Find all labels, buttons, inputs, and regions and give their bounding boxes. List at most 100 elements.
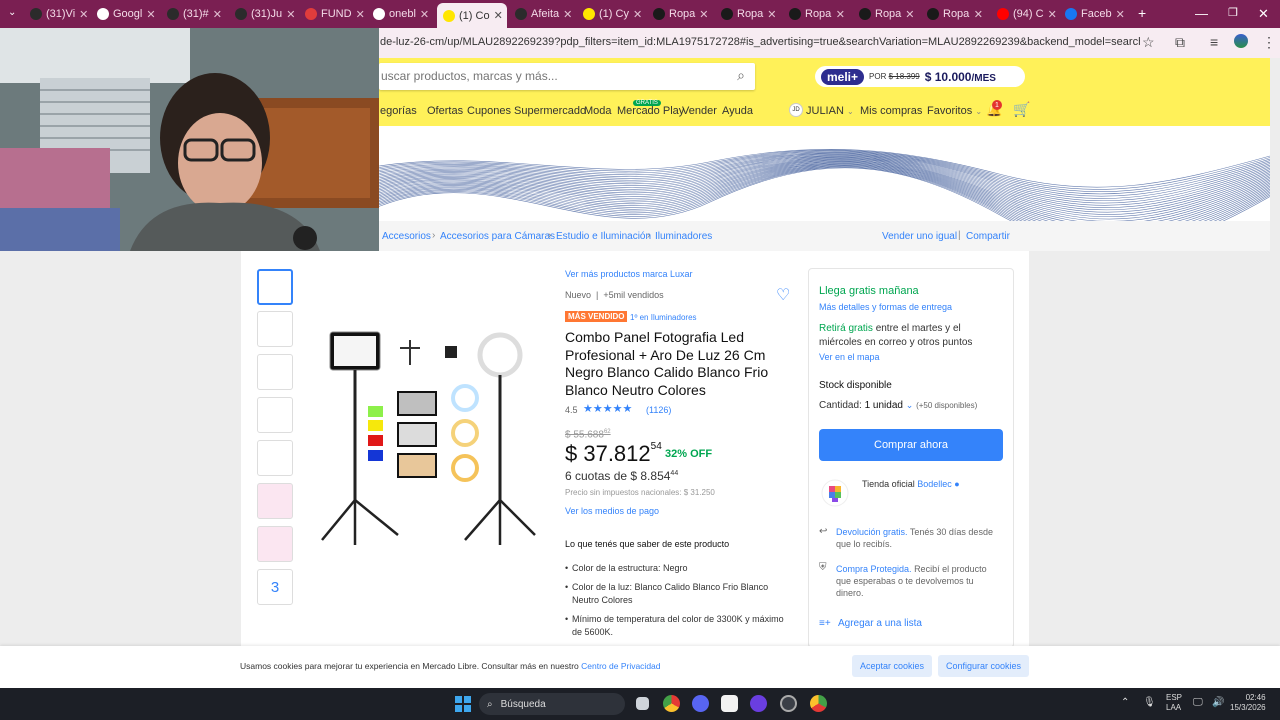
- browser-tab[interactable]: (94) C ✕: [991, 4, 1057, 24]
- reviews-count[interactable]: (1126): [646, 405, 671, 415]
- network-icon[interactable]: 🖵: [1193, 697, 1203, 708]
- tab-close-icon[interactable]: ✕: [1048, 8, 1057, 21]
- clock[interactable]: 02:46 15/3/2026: [1230, 693, 1266, 713]
- tab-close-icon[interactable]: ✕: [699, 8, 708, 21]
- tab-close-icon[interactable]: ✕: [836, 8, 845, 21]
- browser-tab[interactable]: (1) Co ✕: [437, 3, 507, 28]
- heart-icon[interactable]: ♡: [776, 285, 790, 305]
- thumbnail[interactable]: [257, 269, 293, 305]
- product-image[interactable]: [310, 320, 550, 550]
- meli-plus-promo[interactable]: meli+ POR $ 18.399 $ 10.000/MES: [815, 66, 1025, 87]
- chrome-icon[interactable]: [663, 695, 680, 712]
- browser-tab[interactable]: Ropa ✕: [783, 4, 851, 24]
- map-link[interactable]: Ver en el mapa: [819, 352, 880, 362]
- browser-tab[interactable]: Faceb ✕: [1059, 4, 1125, 24]
- reading-list-icon[interactable]: ≡: [1210, 34, 1218, 50]
- browser-tab[interactable]: Ropa ✕: [715, 4, 781, 24]
- nav-vender[interactable]: Vender: [682, 105, 717, 117]
- browser-tab[interactable]: Googl ✕: [91, 4, 159, 24]
- browser-tab[interactable]: Ropa ✕: [921, 4, 989, 24]
- windows-start-icon[interactable]: [455, 696, 471, 712]
- browser-tab[interactable]: onebl ✕: [367, 4, 435, 24]
- microphone-icon[interactable]: 🎙: [1143, 697, 1156, 708]
- share-link[interactable]: Compartir: [966, 231, 1010, 242]
- chrome-active-icon[interactable]: [810, 695, 827, 712]
- search-input[interactable]: [381, 69, 711, 83]
- nav-moda[interactable]: Moda: [584, 105, 612, 117]
- payment-methods-link[interactable]: Ver los medios de pago: [565, 506, 659, 516]
- taskbar-search[interactable]: ⌕ Búsqueda: [479, 693, 625, 715]
- add-to-list-link[interactable]: Agregar a una lista: [838, 618, 922, 629]
- breadcrumb-item[interactable]: Accesorios: [382, 231, 431, 242]
- browser-tab[interactable]: (31)Vi ✕: [24, 4, 89, 24]
- profile-avatar[interactable]: [1234, 34, 1248, 48]
- bookmark-star-icon[interactable]: ☆: [1142, 34, 1155, 51]
- nav-ofertas[interactable]: Ofertas: [427, 105, 463, 117]
- tab-close-icon[interactable]: ✕: [563, 8, 572, 21]
- buy-now-button[interactable]: Comprar ahora: [819, 429, 1003, 461]
- thumbnail[interactable]: [257, 440, 293, 476]
- search-box[interactable]: ⌕: [379, 63, 755, 90]
- close-window-icon[interactable]: ✕: [1258, 6, 1269, 22]
- tab-close-icon[interactable]: ✕: [79, 8, 88, 21]
- new-tab-button[interactable]: +: [1138, 5, 1146, 21]
- volume-icon[interactable]: 🔊: [1212, 697, 1224, 708]
- tab-close-icon[interactable]: ✕: [146, 8, 155, 21]
- search-icon[interactable]: ⌕: [737, 67, 745, 84]
- nav-favoritos[interactable]: Favoritos ⌄: [927, 105, 982, 117]
- browser-tab[interactable]: (1) Cy ✕: [577, 4, 645, 24]
- breadcrumb-item[interactable]: Accesorios para Cámaras: [440, 231, 555, 242]
- tab-close-icon[interactable]: ✕: [286, 8, 295, 21]
- tab-close-icon[interactable]: ✕: [767, 8, 776, 21]
- extensions-icon[interactable]: ⧉: [1175, 34, 1185, 51]
- nav-mis-compras[interactable]: Mis compras: [860, 105, 922, 117]
- tab-close-icon[interactable]: ✕: [1116, 8, 1125, 21]
- tab-close-icon[interactable]: ✕: [494, 9, 503, 22]
- tab-search-chevron-icon[interactable]: ⌄: [8, 7, 16, 18]
- obs-icon[interactable]: [750, 695, 767, 712]
- discord-icon[interactable]: [692, 695, 709, 712]
- url-text[interactable]: de-luz-26-cm/up/MLAU2892269239?pdp_filte…: [380, 36, 1140, 48]
- language-indicator[interactable]: ESP LAA: [1166, 693, 1182, 713]
- tab-close-icon[interactable]: ✕: [356, 8, 365, 21]
- thumbnail[interactable]: [257, 311, 293, 347]
- breadcrumb-item[interactable]: Iluminadores: [655, 231, 712, 242]
- more-thumbnails[interactable]: 3: [257, 569, 293, 605]
- thumbnail[interactable]: [257, 397, 293, 433]
- restore-icon[interactable]: ❐: [1228, 6, 1238, 19]
- tab-close-icon[interactable]: ✕: [905, 8, 914, 21]
- seller-logo[interactable]: [821, 479, 849, 507]
- thumbnail[interactable]: [257, 526, 293, 562]
- tab-close-icon[interactable]: ✕: [420, 8, 429, 21]
- ranking-link[interactable]: 1º en Iluminadores: [630, 313, 697, 322]
- privacy-center-link[interactable]: Centro de Privacidad: [581, 661, 660, 671]
- browser-tab[interactable]: Afeita ✕: [509, 4, 575, 24]
- shipping-details-link[interactable]: Más detalles y formas de entrega: [819, 302, 952, 312]
- task-view-icon[interactable]: [636, 697, 649, 710]
- thumbnail[interactable]: [257, 354, 293, 390]
- app-icon[interactable]: [780, 695, 797, 712]
- nav-categorias[interactable]: egorías: [380, 105, 417, 117]
- tray-chevron-icon[interactable]: ⌃: [1121, 697, 1129, 708]
- brand-link[interactable]: Ver más productos marca Luxar: [565, 269, 693, 279]
- browser-tab[interactable]: (31)# ✕: [161, 4, 227, 24]
- browser-tab[interactable]: FUND ✕: [299, 4, 365, 24]
- sell-similar-link[interactable]: Vender uno igual: [882, 231, 957, 242]
- browser-tab[interactable]: Ropa ✕: [853, 4, 919, 24]
- tab-close-icon[interactable]: ✕: [633, 8, 642, 21]
- minimize-icon[interactable]: —: [1195, 6, 1208, 21]
- nav-ayuda[interactable]: Ayuda: [722, 105, 753, 117]
- user-avatar[interactable]: JD: [789, 103, 803, 117]
- user-menu[interactable]: JULIAN ⌄: [806, 105, 854, 117]
- breadcrumb-item[interactable]: Estudio e Iluminación: [556, 231, 651, 242]
- browser-tab[interactable]: Ropa ✕: [647, 4, 713, 24]
- browser-menu-icon[interactable]: ⋮: [1262, 34, 1276, 51]
- tab-close-icon[interactable]: ✕: [213, 8, 222, 21]
- capcut-icon[interactable]: [721, 695, 738, 712]
- configure-cookies-button[interactable]: Configurar cookies: [938, 655, 1029, 677]
- cart-icon[interactable]: 🛒: [1013, 101, 1030, 118]
- accept-cookies-button[interactable]: Aceptar cookies: [852, 655, 932, 677]
- browser-tab[interactable]: (31)Ju ✕: [229, 4, 297, 24]
- nav-supermercado[interactable]: Supermercado: [514, 105, 586, 117]
- thumbnail[interactable]: [257, 483, 293, 519]
